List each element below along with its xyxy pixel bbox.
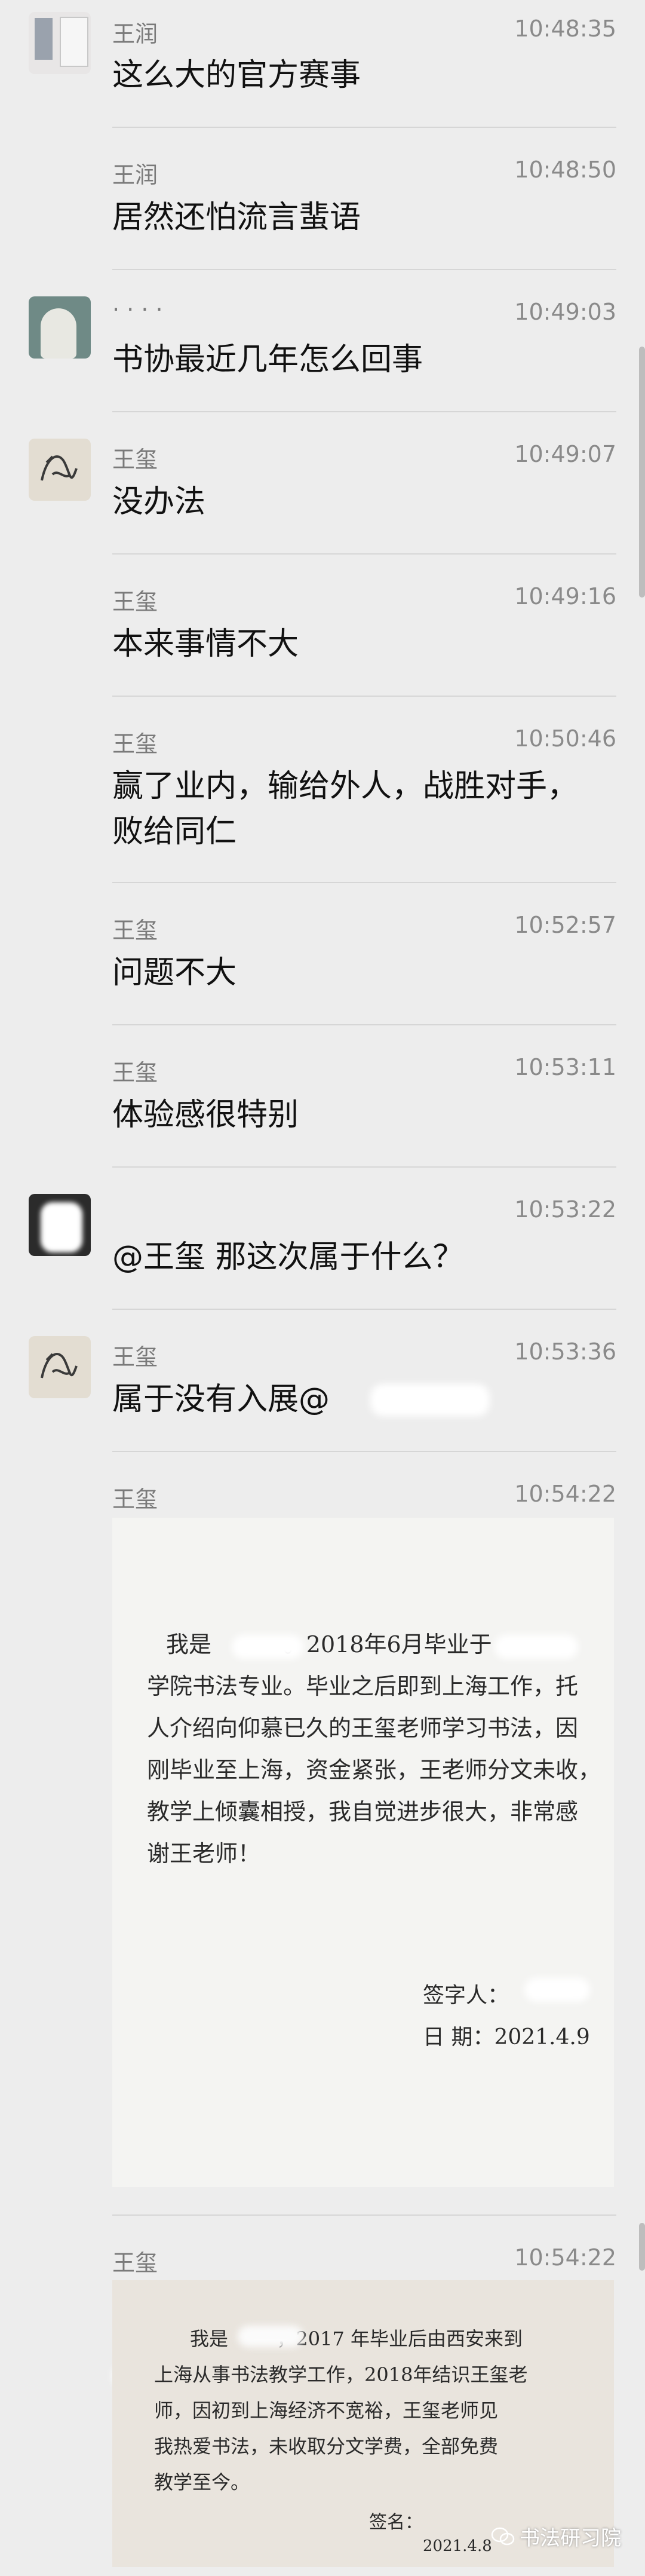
avatar[interactable]	[29, 296, 91, 359]
sender-name: · · · ·	[112, 296, 163, 323]
message-time: 10:48:35	[514, 16, 616, 42]
signature-avatar-icon	[41, 455, 78, 481]
sender-name: 王玺	[112, 446, 158, 473]
sender-name: 王玺	[112, 1059, 158, 1086]
letter-date: 日 期：2021.4.9	[423, 2025, 590, 2050]
watermark: 书法研习院	[491, 2522, 621, 2552]
message-text[interactable]: 体验感很特别	[112, 1092, 578, 1138]
message-time: 10:53:36	[514, 1338, 616, 1365]
avatar[interactable]	[29, 1194, 91, 1256]
message-time: 10:50:46	[514, 725, 616, 752]
letter-line: 刚毕业至上海，资金紧张，王老师分文未收，	[147, 1757, 601, 1783]
sender-name: 王玺	[112, 1344, 158, 1370]
letter-line: 上海从事书法教学工作，2018年结识王玺老	[154, 2363, 528, 2386]
message-time: 10:54:22	[514, 1481, 616, 1507]
letter-line: 师，因初到上海经济不宽裕，王玺老师见	[154, 2399, 499, 2422]
sender-name: 王润	[112, 21, 158, 47]
message-text[interactable]: 没办法	[112, 479, 578, 525]
letter-line: 谢王老师！	[147, 1840, 261, 1867]
divider	[112, 1024, 616, 1025]
redacted-text	[494, 1635, 578, 1659]
avatar[interactable]	[29, 1336, 91, 1398]
redacted-signature	[524, 1978, 590, 2002]
message-text[interactable]: 属于没有入展@	[112, 1377, 578, 1422]
divider	[112, 127, 616, 128]
letter-line: 人介绍向仰慕已久的王玺老师学习书法，因	[147, 1715, 579, 1741]
sender-name: 王玺	[112, 1486, 158, 1512]
divider	[112, 1309, 616, 1310]
redacted-mention	[370, 1384, 490, 1416]
message-time: 10:53:22	[514, 1196, 616, 1223]
sender-name: 王润	[112, 162, 158, 188]
divider	[112, 1166, 616, 1168]
message-text[interactable]: 这么大的官方赛事	[112, 53, 578, 98]
letter-photo-1[interactable]: 我是 。2018年6月毕业于 学院书法专业。毕业之后即到上海工作，托 人介绍向仰…	[112, 1518, 614, 2187]
message-text[interactable]: 赢了业内，输给外人，战胜对手，败给同仁	[112, 764, 578, 854]
message-text[interactable]: 书协最近几年怎么回事	[112, 337, 578, 382]
sender-name: 王玺	[112, 2250, 158, 2276]
divider	[112, 269, 616, 270]
redacted-text	[232, 1635, 303, 1659]
chat-history[interactable]: 王润 10:48:35 这么大的官方赛事 王润 10:48:50 居然还怕流言蜚…	[0, 0, 645, 2576]
redacted-text	[238, 2326, 303, 2347]
avatar[interactable]	[29, 12, 91, 74]
watermark-text: 书法研习院	[520, 2526, 621, 2550]
letter-line: 教学上倾囊相授，我自觉进步很大，非常感	[147, 1799, 579, 1825]
message-time: 10:48:50	[514, 157, 616, 183]
letter-signature: 签字人：	[423, 1983, 509, 2008]
sender-name: 王玺	[112, 589, 158, 615]
sender-name: 王玺	[112, 731, 158, 757]
sender-name: 王玺	[112, 917, 158, 944]
letter-line: 我热爱书法，未收取分文学费，全部免费	[154, 2435, 499, 2458]
message-time: 10:49:16	[514, 583, 616, 609]
message-text[interactable]: 问题不大	[112, 950, 578, 996]
divider	[112, 1451, 616, 1452]
message-time: 10:54:22	[514, 2244, 616, 2271]
divider	[112, 882, 616, 883]
wechat-icon	[491, 2526, 515, 2552]
avatar[interactable]	[29, 439, 91, 501]
message-time: 10:49:07	[514, 441, 616, 467]
divider	[112, 411, 616, 412]
message-text[interactable]: 居然还怕流言蜚语	[112, 195, 578, 240]
message-time: 10:52:57	[514, 912, 616, 938]
message-text[interactable]: 本来事情不大	[112, 621, 578, 667]
message-text[interactable]: @王玺 那这次属于什么？	[112, 1235, 578, 1280]
letter-line: 学院书法专业。毕业之后即到上海工作，托	[147, 1673, 579, 1699]
letter-line: 教学至今。	[154, 2471, 250, 2494]
divider	[112, 553, 616, 555]
scrollbar[interactable]	[639, 347, 645, 598]
message-time: 10:53:11	[514, 1054, 616, 1080]
letter-signature: 签名：	[369, 2512, 423, 2533]
divider	[112, 696, 616, 697]
message-time: 10:49:03	[514, 299, 616, 325]
signature-avatar-icon	[41, 1353, 78, 1379]
divider	[112, 2214, 616, 2216]
letter-date: 2021.4.8	[423, 2537, 492, 2555]
scrollbar[interactable]	[639, 2223, 645, 2271]
